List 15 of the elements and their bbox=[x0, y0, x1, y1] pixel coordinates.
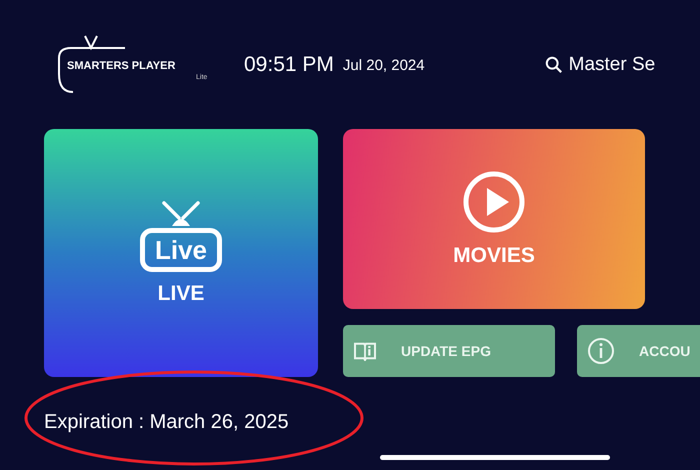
expiration-date: Expiration : March 26, 2025 bbox=[44, 411, 289, 433]
info-icon bbox=[587, 337, 615, 365]
clock-time: 09:51 PM bbox=[244, 53, 334, 77]
movies-tile[interactable]: MOVIES bbox=[343, 129, 645, 309]
play-icon bbox=[462, 170, 526, 234]
menu-button[interactable]: UPDATE EPG bbox=[343, 325, 555, 377]
logo-title: SMARTERS PLAYER bbox=[67, 60, 176, 72]
current-date: Jul 20, 2024 bbox=[342, 56, 425, 74]
tile-label: LIVE bbox=[158, 282, 204, 306]
book-icon bbox=[353, 341, 377, 361]
search-button[interactable]: Master Se bbox=[544, 54, 656, 76]
live-tile[interactable]: Live LIVE bbox=[44, 129, 318, 377]
tile-label: MOVIES bbox=[453, 244, 535, 268]
menu-button[interactable]: ACCOU bbox=[577, 325, 700, 377]
search-icon bbox=[544, 56, 563, 74]
